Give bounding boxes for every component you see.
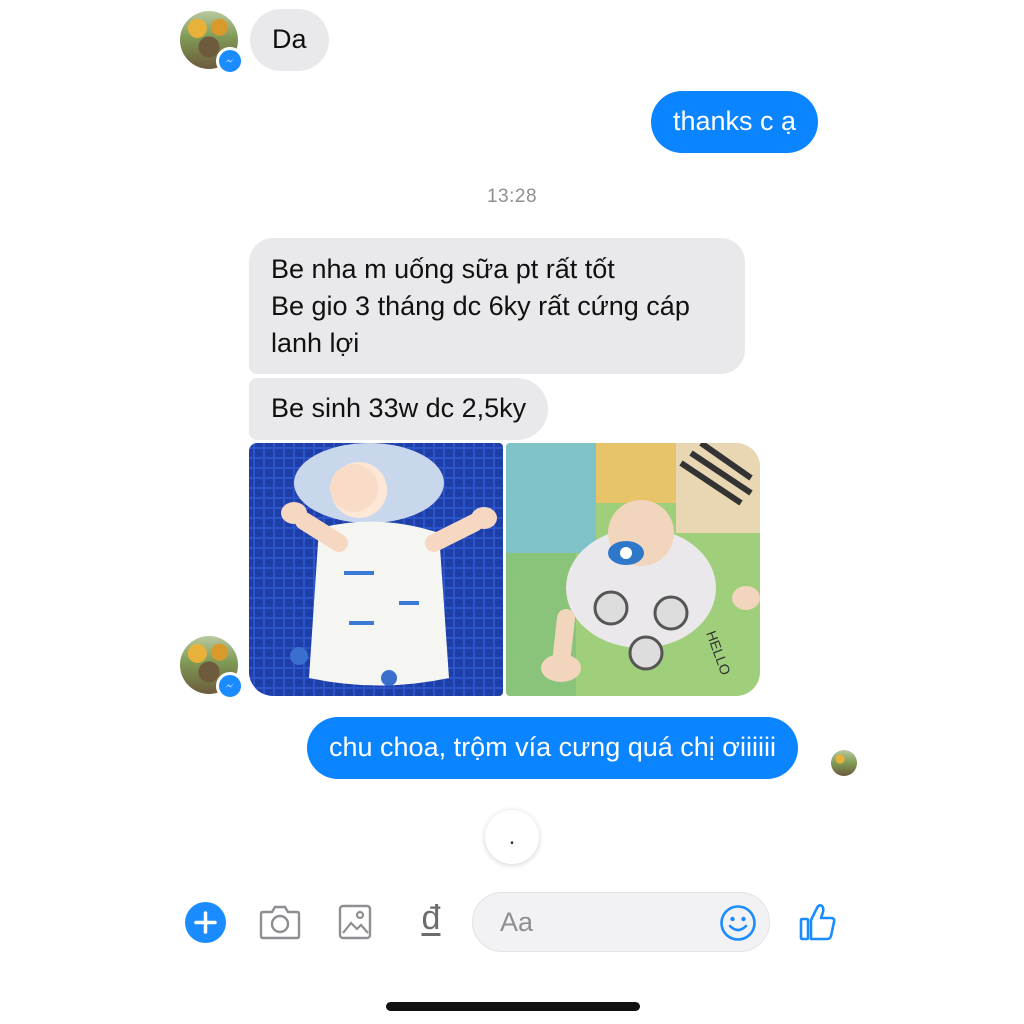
home-indicator[interactable] xyxy=(386,1002,640,1011)
emoji-icon xyxy=(720,905,756,941)
camera-button[interactable] xyxy=(259,904,301,940)
thumbs-up-icon xyxy=(799,904,836,941)
outgoing-message-bubble: thanks c ạ xyxy=(651,91,819,153)
baby-photo-2[interactable]: HELLO xyxy=(506,443,760,696)
message-line: Be gio 3 tháng dc 6ky rất cứng cáp xyxy=(271,291,690,321)
message-text: Da xyxy=(272,24,307,54)
dong-currency-icon: đ xyxy=(421,899,441,937)
message-input[interactable]: Aa xyxy=(472,892,770,952)
image-icon xyxy=(338,904,372,940)
incoming-message-bubble: Be sinh 33w dc 2,5ky xyxy=(249,378,549,440)
typing-indicator: . xyxy=(485,810,539,864)
seen-receipt-avatar xyxy=(831,750,857,776)
camera-icon xyxy=(259,905,301,940)
incoming-message-bubble: Da xyxy=(250,9,329,71)
message-text: chu choa, trộm vía cưng quá chị ơiiiiii xyxy=(329,732,776,762)
baby-photo-1[interactable] xyxy=(249,443,503,696)
emoji-button[interactable] xyxy=(719,904,757,942)
message-text: Be sinh 33w dc 2,5ky xyxy=(271,393,527,423)
outgoing-message-bubble: chu choa, trộm vía cưng quá chị ơiiiiii xyxy=(307,717,798,779)
message-text: thanks c ạ xyxy=(673,106,797,136)
incoming-message-bubble: Be nha m uống sữa pt rất tốt Be gio 3 th… xyxy=(249,238,745,374)
add-icon xyxy=(185,902,226,943)
timestamp: 13:28 xyxy=(486,186,538,207)
baby-photo-blue-background-icon xyxy=(249,443,503,696)
image-button[interactable] xyxy=(338,904,372,940)
message-line: Be nha m uống sữa pt rất tốt xyxy=(271,254,615,284)
dong-currency-button[interactable]: đ xyxy=(414,899,448,945)
messenger-badge-icon xyxy=(216,47,244,75)
message-line: lanh lợi xyxy=(271,328,360,358)
messenger-badge-icon xyxy=(216,672,244,700)
like-button[interactable] xyxy=(799,902,837,942)
typing-dot: . xyxy=(508,823,516,850)
message-input-placeholder: Aa xyxy=(500,907,534,937)
add-button[interactable] xyxy=(185,902,226,943)
baby-photo-playmat-background-icon: HELLO xyxy=(506,443,760,696)
